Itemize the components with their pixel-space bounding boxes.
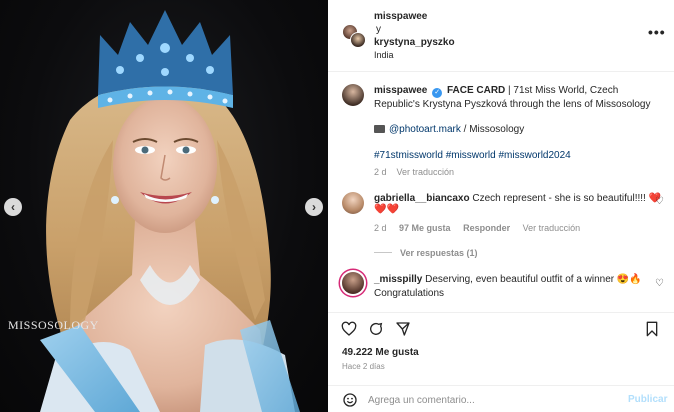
bookmark-icon[interactable] xyxy=(644,321,660,337)
caption-meta: 2 d Ver traducción xyxy=(374,167,454,177)
instagram-post: MISSOSOLOGY ‹ › misspawee y krystyna_pys… xyxy=(0,0,674,412)
avatar[interactable] xyxy=(342,272,364,294)
post-header: misspawee y krystyna_pyszko India ••• xyxy=(328,0,674,72)
share-icon[interactable] xyxy=(395,321,411,337)
camera-icon xyxy=(374,125,385,133)
coauthor-username[interactable]: krystyna_pyszko xyxy=(374,36,455,49)
post-location[interactable]: India xyxy=(374,49,455,62)
comment-item: gabriella__biancaxo Czech represent - sh… xyxy=(374,193,661,215)
like-comment-heart-icon[interactable]: ♡ xyxy=(655,196,664,207)
avatar[interactable] xyxy=(342,192,364,214)
collab-avatars[interactable] xyxy=(342,24,366,48)
author-connector: y xyxy=(376,24,381,35)
replies-divider xyxy=(374,252,392,253)
avatar[interactable] xyxy=(342,84,364,106)
view-replies-label: Ver respuestas (1) xyxy=(400,248,478,258)
photo-watermark: MISSOSOLOGY xyxy=(8,318,99,332)
verified-icon: ✓ xyxy=(432,88,443,98)
caption-time: 2 d xyxy=(374,167,387,177)
post-details-panel: misspawee y krystyna_pyszko India ••• mi… xyxy=(328,0,674,412)
caption-username[interactable]: misspawee xyxy=(374,85,427,96)
portrait-image xyxy=(40,10,300,412)
comment-username[interactable]: _misspilly xyxy=(374,274,422,285)
caption-headline: FACE CARD xyxy=(446,85,506,96)
comment-meta: 2 d 97 Me gusta Responder Ver traducción xyxy=(374,223,590,233)
avatar[interactable] xyxy=(350,32,366,48)
post-actions: 49.222 Me gusta Hace 2 días Publicar xyxy=(328,312,674,412)
view-replies-button[interactable]: Ver respuestas (1) xyxy=(374,248,478,258)
credit-link[interactable]: @photoart.mark xyxy=(389,124,461,135)
comment-icon[interactable] xyxy=(368,321,384,337)
post-photo[interactable]: MISSOSOLOGY ‹ › xyxy=(0,0,328,412)
emoji-icon[interactable] xyxy=(342,392,358,408)
caption-credit: @photoart.mark / Missosology xyxy=(374,124,524,135)
credit-source: / Missosology xyxy=(460,124,525,135)
author-username[interactable]: misspawee xyxy=(374,10,455,23)
comment-text: Deserving, even beautiful outfit of a wi… xyxy=(425,274,642,285)
chevron-left-icon: ‹ xyxy=(11,200,15,214)
reply-button[interactable]: Responder xyxy=(463,223,510,233)
chevron-right-icon: › xyxy=(312,200,316,214)
comment-likes[interactable]: 97 Me gusta xyxy=(399,223,451,233)
previous-photo-button[interactable]: ‹ xyxy=(4,198,22,216)
comment-text-continued: ❤️❤️ xyxy=(374,204,399,215)
likes-count[interactable]: 49.222 Me gusta xyxy=(342,347,419,358)
next-photo-button[interactable]: › xyxy=(305,198,323,216)
see-translation-link[interactable]: Ver traducción xyxy=(397,167,455,177)
comment-time: 2 d xyxy=(374,223,387,233)
comment-composer: Publicar xyxy=(328,385,674,412)
caption-hashtags[interactable]: #71stmissworld #missworld #missworld2024 xyxy=(374,150,571,161)
comment-text: Czech represent - she is so beautiful!!!… xyxy=(472,193,662,204)
comments-section: misspawee ✓ FACE CARD | 71st Miss World,… xyxy=(328,72,674,312)
comment-text-continued: Congratulations xyxy=(374,288,445,299)
like-comment-heart-icon[interactable]: ♡ xyxy=(655,278,664,289)
more-icon[interactable]: ••• xyxy=(648,24,666,40)
comment-item: _misspilly Deserving, even beautiful out… xyxy=(374,273,644,301)
heart-icon[interactable] xyxy=(341,321,357,337)
post-comment-button[interactable]: Publicar xyxy=(628,394,667,405)
post-authors: misspawee y krystyna_pyszko India xyxy=(374,10,455,62)
comment-username[interactable]: gabriella__biancaxo xyxy=(374,193,470,204)
comment-input[interactable] xyxy=(368,391,608,409)
post-timestamp: Hace 2 días xyxy=(342,362,385,371)
post-caption: misspawee ✓ FACE CARD | 71st Miss World,… xyxy=(374,84,664,112)
see-translation-link[interactable]: Ver traducción xyxy=(523,223,581,233)
